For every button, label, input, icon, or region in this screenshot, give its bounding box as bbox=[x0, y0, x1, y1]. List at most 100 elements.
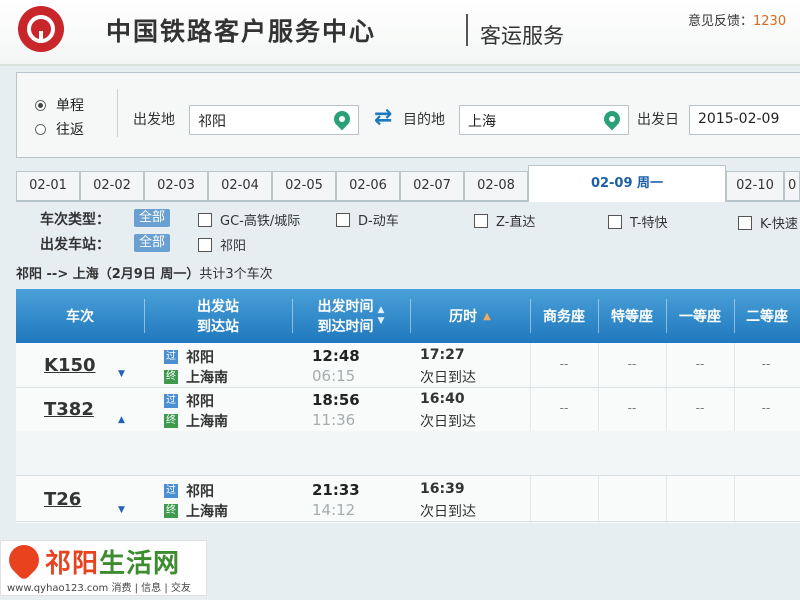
collapse-up-icon[interactable]: ▲ bbox=[118, 415, 125, 425]
date-tab[interactable]: 02-10 bbox=[726, 171, 784, 201]
header-station-depart: 出发站 bbox=[197, 299, 239, 315]
train-number-link[interactable]: T382 bbox=[44, 399, 94, 420]
filter-station-qiyang[interactable]: 祁阳 bbox=[198, 235, 246, 254]
trip-type-roundtrip-label: 往返 bbox=[56, 122, 84, 138]
date-tab[interactable]: 02-08 bbox=[464, 171, 528, 201]
checkbox[interactable] bbox=[336, 212, 350, 227]
header-second: 二等座 bbox=[746, 309, 788, 325]
depart-station: 过祁阳 bbox=[164, 481, 214, 501]
checkbox[interactable] bbox=[474, 213, 488, 228]
header-time-depart: 出发时间 bbox=[317, 299, 374, 315]
filter-d[interactable]: D-动车 bbox=[336, 210, 399, 229]
watermark-title-part2: 生活网 bbox=[99, 549, 181, 579]
seat-premium: -- bbox=[627, 357, 637, 371]
arrive-note: 次日到达 bbox=[420, 370, 476, 386]
filter-gc[interactable]: GC-高铁/城际 bbox=[198, 210, 300, 229]
date-tab[interactable]: 02-05 bbox=[272, 171, 336, 201]
train-number-link[interactable]: K150 bbox=[44, 355, 96, 376]
seat-premium: -- bbox=[627, 401, 637, 415]
date-tab[interactable]: 02-07 bbox=[400, 171, 464, 201]
trip-type-roundtrip[interactable]: 往返 bbox=[35, 117, 84, 141]
end-tag: 终 bbox=[164, 504, 178, 518]
pass-tag: 过 bbox=[164, 350, 178, 364]
to-label: 目的地 bbox=[403, 112, 445, 128]
results-table-body: K150 ▼ 过祁阳 终上海南 12:48 06:15 17:27 次日到达 -… bbox=[16, 343, 800, 523]
duration: 17:27 bbox=[420, 347, 465, 363]
watermark-title: 祁阳生活网 bbox=[45, 543, 180, 580]
to-station-field[interactable]: 上海 bbox=[459, 105, 629, 135]
date-tab[interactable]: 02-01 bbox=[16, 171, 80, 201]
date-tab[interactable]: 02-06 bbox=[336, 171, 400, 201]
checkbox[interactable] bbox=[738, 215, 752, 230]
expand-down-icon[interactable]: ▼ bbox=[118, 505, 125, 515]
filter-k[interactable]: K-快速 bbox=[738, 213, 798, 232]
end-tag: 终 bbox=[164, 414, 178, 428]
date-tab[interactable]: 02-02 bbox=[80, 171, 144, 201]
seat-second: -- bbox=[761, 401, 771, 415]
date-tab[interactable]: 02-03 bbox=[144, 171, 208, 201]
site-subtitle: 客运服务 bbox=[480, 24, 564, 48]
checkbox[interactable] bbox=[608, 214, 622, 229]
route-summary: 祁阳 --> 上海（2月9日 周一）共计3个车次 bbox=[16, 263, 273, 282]
depart-station-name: 祁阳 bbox=[186, 394, 214, 410]
trip-type-group: 单程 往返 bbox=[35, 93, 84, 141]
checkbox[interactable] bbox=[198, 237, 212, 252]
arrive-station: 终上海南 bbox=[164, 367, 228, 387]
header-time-arrive: 到达时间 bbox=[317, 319, 374, 335]
date-field[interactable]: 2015-02-09 bbox=[689, 105, 800, 135]
seat-business: -- bbox=[559, 401, 569, 415]
date-tab-active[interactable]: 02-09 周一 bbox=[528, 165, 726, 202]
filter-station-label: 祁阳 bbox=[220, 239, 247, 254]
row-detail-panel bbox=[16, 431, 800, 476]
location-pin-icon[interactable] bbox=[600, 107, 624, 131]
table-row[interactable]: T26 ▼ 过祁阳 终上海南 21:33 14:12 16:39 次日到达 bbox=[16, 475, 800, 522]
header-times[interactable]: 出发时间 到达时间 ▲ ▼ bbox=[292, 289, 410, 343]
station-filter-label: 出发车站： bbox=[40, 237, 110, 253]
seat-first: -- bbox=[695, 357, 705, 371]
depart-time: 18:56 bbox=[312, 391, 360, 409]
feedback-link[interactable]: 意见反馈：1230 bbox=[688, 10, 786, 29]
depart-station: 过祁阳 bbox=[164, 347, 214, 367]
date-tab[interactable]: 02-04 bbox=[208, 171, 272, 201]
header-train: 车次 bbox=[66, 309, 94, 325]
radio-roundtrip[interactable] bbox=[35, 123, 46, 135]
filter-z[interactable]: Z-直达 bbox=[474, 211, 535, 230]
swap-icon[interactable]: ⇄ bbox=[374, 105, 392, 130]
trip-type-oneway[interactable]: 单程 bbox=[35, 93, 84, 117]
header-first: 一等座 bbox=[679, 309, 721, 325]
arrive-station-name: 上海南 bbox=[186, 370, 228, 386]
from-station-field[interactable]: 祁阳 bbox=[189, 105, 359, 135]
checkbox[interactable] bbox=[198, 212, 212, 227]
arrive-note: 次日到达 bbox=[420, 504, 476, 520]
date-value: 2015-02-09 bbox=[698, 111, 780, 127]
filter-d-label: D-动车 bbox=[358, 214, 399, 229]
arrive-time: 11:36 bbox=[312, 411, 356, 429]
arrive-station: 终上海南 bbox=[164, 501, 228, 521]
trip-type-oneway-label: 单程 bbox=[56, 98, 84, 114]
title-divider bbox=[466, 14, 468, 46]
expand-down-icon[interactable]: ▼ bbox=[118, 369, 125, 379]
seat-business: -- bbox=[559, 357, 569, 371]
duration: 16:40 bbox=[420, 391, 465, 407]
location-pin-icon[interactable] bbox=[330, 107, 354, 131]
table-row[interactable]: K150 ▼ 过祁阳 终上海南 12:48 06:15 17:27 次日到达 -… bbox=[16, 343, 800, 388]
filter-gc-label: GC-高铁/城际 bbox=[220, 214, 301, 229]
sort-arrows-icon[interactable]: ▲ ▼ bbox=[378, 305, 385, 327]
filter-k-label: K-快速 bbox=[760, 217, 798, 232]
watermark-logo-icon bbox=[2, 538, 46, 582]
table-row[interactable]: T382 ▲ 过祁阳 终上海南 18:56 11:36 16:40 次日到达 -… bbox=[16, 387, 800, 432]
arrive-station: 终上海南 bbox=[164, 411, 228, 431]
header-duration[interactable]: 历时 ▲ bbox=[410, 289, 530, 343]
arrive-time: 14:12 bbox=[312, 501, 356, 519]
site-watermark: 祁阳生活网 www.qyhao123.com 消费 | 信息 | 交友 bbox=[0, 538, 207, 596]
railway-logo-icon[interactable] bbox=[18, 6, 64, 52]
pass-tag: 过 bbox=[164, 394, 178, 408]
date-tab[interactable]: 0 bbox=[784, 171, 800, 201]
train-type-all-button[interactable]: 全部 bbox=[134, 209, 171, 227]
train-number-link[interactable]: T26 bbox=[44, 489, 81, 510]
radio-oneway[interactable] bbox=[35, 99, 46, 111]
sort-up-icon[interactable]: ▲ bbox=[483, 311, 491, 322]
station-all-button[interactable]: 全部 bbox=[134, 234, 171, 252]
filter-t[interactable]: T-特快 bbox=[608, 212, 667, 231]
to-station-value: 上海 bbox=[468, 114, 496, 130]
